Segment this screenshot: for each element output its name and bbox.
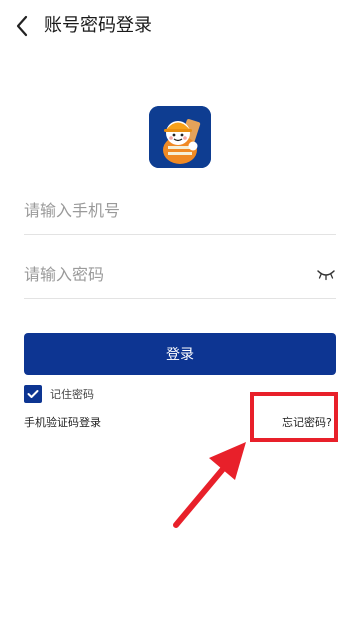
password-input[interactable] [24, 254, 294, 294]
check-icon [27, 390, 39, 398]
header-bar: 账号密码登录 [0, 0, 360, 52]
chevron-left-icon [16, 15, 28, 37]
eye-closed-icon [317, 270, 335, 281]
back-button[interactable] [10, 12, 34, 40]
remember-password[interactable]: 记住密码 [24, 385, 94, 403]
phone-field [24, 190, 336, 235]
app-logo [149, 106, 211, 168]
toggle-password-visibility[interactable] [316, 266, 336, 281]
login-button[interactable]: 登录 [24, 333, 336, 375]
remember-label: 记住密码 [50, 388, 94, 401]
sms-login-link[interactable]: 手机验证码登录 [24, 414, 101, 430]
phone-input[interactable] [24, 190, 294, 230]
annotation-arrow-icon [173, 442, 246, 528]
remember-checkbox[interactable] [24, 385, 42, 403]
password-field [24, 254, 336, 299]
mascot-logo-icon [149, 106, 211, 168]
page-title: 账号密码登录 [44, 15, 152, 36]
forgot-password-link[interactable]: 忘记密码? [282, 414, 332, 430]
